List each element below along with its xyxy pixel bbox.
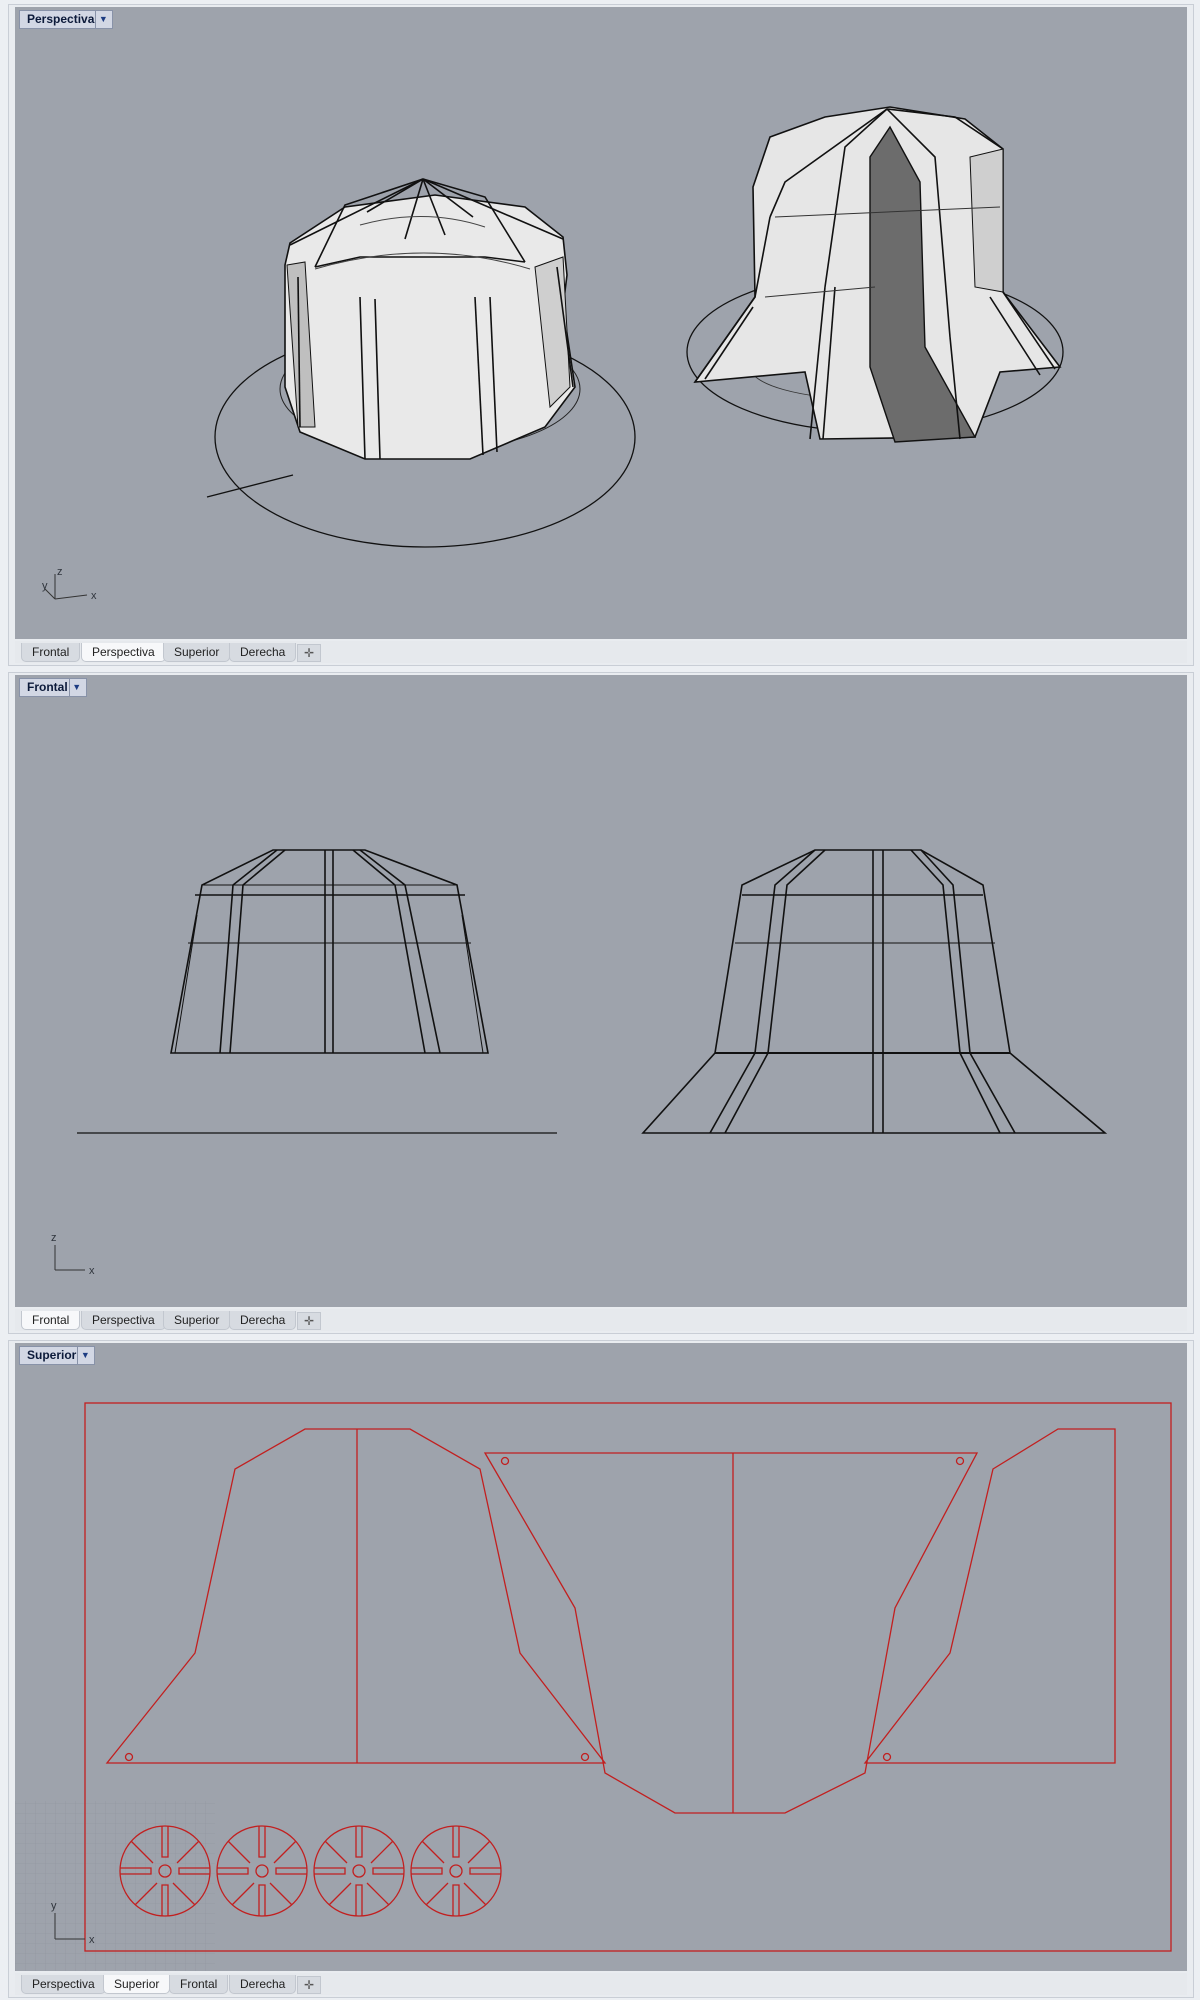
axis-x-label: x: [89, 1265, 95, 1277]
perspective-canvas[interactable]: y z x: [15, 7, 1187, 639]
viewport-title-frontal[interactable]: Frontal ▼: [19, 678, 87, 697]
tab-superior[interactable]: Superior: [163, 643, 231, 662]
tab-derecha[interactable]: Derecha: [229, 643, 297, 662]
tab-frontal[interactable]: Frontal: [21, 643, 81, 662]
right-model-shade: [969, 148, 1004, 293]
axis-y-label: y: [51, 1900, 57, 1912]
axis-z-label: z: [51, 1232, 57, 1244]
reference-line: [206, 474, 294, 498]
viewport-tabbar: Frontal Perspectiva Superior Derecha ✛: [15, 1309, 1187, 1331]
plus-icon[interactable]: ✛: [297, 1976, 321, 1994]
perspective-viewport[interactable]: Perspectiva ▼ y z x: [15, 7, 1187, 639]
plus-icon[interactable]: ✛: [297, 644, 321, 662]
axis-gizmo: y z x: [42, 566, 97, 602]
axis-x-label: x: [89, 1934, 95, 1946]
cut-layout: [84, 1402, 1172, 1952]
viewport-title-label: Superior: [27, 1348, 77, 1362]
panel-right: [863, 1428, 1116, 1764]
superior-viewport[interactable]: Superior ▼ y x: [15, 1343, 1187, 1971]
superior-pane: Superior ▼ y x Perspectiva Superior Fron…: [8, 1340, 1194, 1998]
axis-gizmo: z x: [51, 1232, 95, 1277]
tab-superior[interactable]: Superior: [163, 1311, 231, 1330]
viewport-title-label: Perspectiva: [27, 12, 95, 26]
chevron-down-icon[interactable]: ▼: [68, 679, 84, 696]
tab-derecha[interactable]: Derecha: [229, 1311, 297, 1330]
frontal-canvas[interactable]: z x: [15, 675, 1187, 1307]
chevron-down-icon[interactable]: ▼: [77, 1347, 92, 1364]
chevron-down-icon[interactable]: ▼: [95, 11, 110, 28]
viewport-title-superior[interactable]: Superior ▼: [19, 1346, 96, 1365]
superior-canvas[interactable]: y x: [15, 1343, 1187, 1971]
axis-x-label: x: [91, 590, 97, 602]
perspective-pane: Perspectiva ▼ y z x Frontal Perspectiva …: [8, 4, 1194, 666]
tab-perspectiva[interactable]: Perspectiva: [21, 1975, 106, 1994]
frontal-viewport[interactable]: Frontal ▼ z x: [15, 675, 1187, 1307]
grid-patch: [15, 1801, 215, 1971]
viewport-title-perspectiva[interactable]: Perspectiva ▼: [19, 10, 114, 29]
left-dome-body: [284, 194, 576, 460]
frontal-pane: Frontal ▼ z x Frontal Perspectiva Superi…: [8, 672, 1194, 1334]
panel-left: [105, 1428, 607, 1764]
viewport-tabbar: Perspectiva Superior Frontal Derecha ✛: [15, 1973, 1187, 1995]
tab-perspectiva[interactable]: Perspectiva: [81, 643, 166, 662]
tab-derecha[interactable]: Derecha: [229, 1975, 297, 1994]
viewport-title-label: Frontal: [27, 680, 68, 694]
axis-y-label: y: [42, 580, 48, 592]
viewport-tabbar: Frontal Perspectiva Superior Derecha ✛: [15, 641, 1187, 663]
tab-frontal[interactable]: Frontal: [21, 1311, 81, 1330]
tab-perspectiva[interactable]: Perspectiva: [81, 1311, 166, 1330]
left-front-view: [170, 849, 489, 1054]
panel-middle: [483, 1452, 979, 1814]
plus-icon[interactable]: ✛: [297, 1312, 321, 1330]
axis-z-label: z: [57, 566, 63, 578]
tab-superior[interactable]: Superior: [103, 1975, 171, 1994]
tab-frontal[interactable]: Frontal: [169, 1975, 229, 1994]
right-front-view: [641, 849, 1108, 1134]
